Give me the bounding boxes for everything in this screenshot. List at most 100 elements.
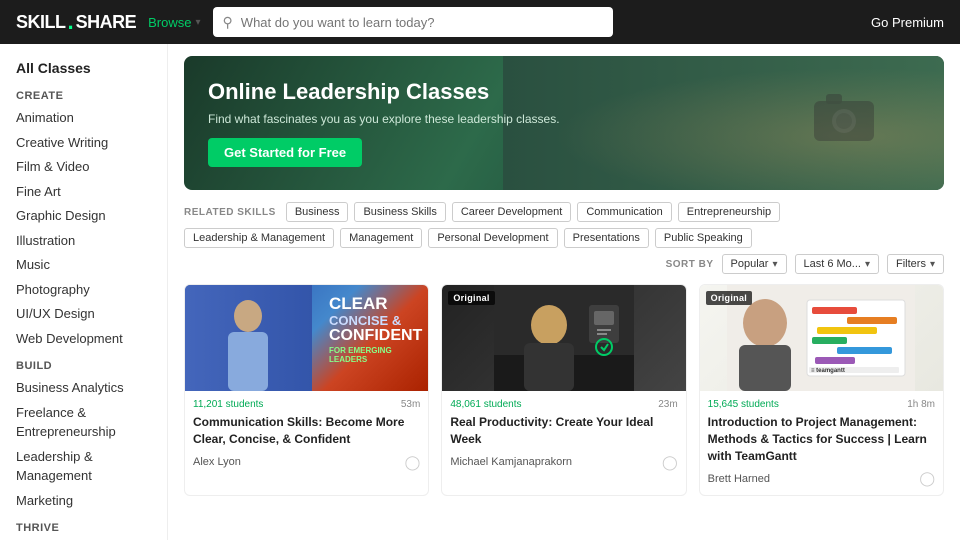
chevron-down-icon: ▾ — [865, 259, 870, 270]
card1-text-concise: CONCISE & — [329, 314, 422, 327]
card1-text-sub: FOR EMERGING — [329, 346, 422, 355]
card-students-1: 11,201 students — [193, 399, 263, 410]
sidebar-item-music[interactable]: Music — [16, 255, 167, 275]
logo-text-share: SHARE — [76, 13, 137, 31]
browse-label: Browse — [148, 15, 191, 30]
card2-scene — [494, 285, 634, 391]
sort-popular-value: Popular — [731, 258, 769, 270]
sidebar-item-web-development[interactable]: Web Development — [16, 329, 167, 349]
sidebar-item-freelance[interactable]: Freelance & Entrepreneurship — [16, 403, 167, 442]
card1-text-leaders: LEADERS — [329, 355, 422, 364]
search-bar: ⚲ — [213, 7, 613, 37]
skill-tag-communication[interactable]: Communication — [577, 202, 671, 222]
sidebar-section-build: BUILD — [16, 360, 167, 372]
card-badge-2: Original — [448, 291, 494, 305]
main-layout: All Classes CREATE Animation Creative Wr… — [0, 44, 960, 540]
sidebar-item-creative-writing[interactable]: Creative Writing — [16, 133, 167, 153]
sidebar: All Classes CREATE Animation Creative Wr… — [0, 44, 168, 540]
sort-bar: SORT BY Popular ▾ Last 6 Mo... ▾ Filters… — [184, 254, 944, 274]
card-author-1: Alex Lyon — [193, 456, 241, 468]
sidebar-item-leadership-management[interactable]: Leadership & Management — [16, 447, 167, 486]
svg-text:≡ teamgantt: ≡ teamgantt — [811, 368, 845, 374]
content-area: Online Leadership Classes Find what fasc… — [168, 44, 960, 540]
card-students-2: 48,061 students — [450, 399, 521, 410]
hero-subtitle: Find what fascinates you as you explore … — [208, 112, 560, 126]
hero-title: Online Leadership Classes — [208, 79, 560, 105]
sidebar-item-illustration[interactable]: Illustration — [16, 231, 167, 251]
skill-tag-leadership-management[interactable]: Leadership & Management — [184, 228, 334, 248]
card-title-3: Introduction to Project Management: Meth… — [708, 414, 935, 464]
card-students-3: 15,645 students — [708, 399, 779, 410]
card1-text-area: CLEAR CONCISE & CONFIDENT FOR EMERGING L… — [329, 295, 422, 364]
card-meta-2: 48,061 students 23m — [450, 399, 677, 410]
sidebar-item-animation[interactable]: Animation — [16, 108, 167, 128]
search-input[interactable] — [241, 15, 603, 30]
filters-button[interactable]: Filters ▾ — [887, 254, 944, 274]
card-title-2: Real Productivity: Create Your Ideal Wee… — [450, 414, 677, 448]
related-skills-row2: Leadership & Management Management Perso… — [184, 228, 944, 248]
sidebar-item-marketing[interactable]: Marketing — [16, 491, 167, 511]
card-meta-3: 15,645 students 1h 8m — [708, 399, 935, 410]
hero-banner: Online Leadership Classes Find what fasc… — [184, 56, 944, 190]
sidebar-item-uiux-design[interactable]: UI/UX Design — [16, 304, 167, 324]
card-body-2: 48,061 students 23m Real Productivity: C… — [442, 391, 685, 479]
card-title-1: Communication Skills: Become More Clear,… — [193, 414, 420, 448]
course-card-2[interactable]: Original — [441, 284, 686, 496]
hero-content: Online Leadership Classes Find what fasc… — [184, 79, 584, 166]
card-footer-2: Michael Kamjanaprakorn ◯ — [450, 454, 677, 471]
course-card-1[interactable]: CLEAR CONCISE & CONFIDENT FOR EMERGING L… — [184, 284, 429, 496]
sidebar-item-business-analytics[interactable]: Business Analytics — [16, 378, 167, 398]
chevron-down-icon: ▾ — [772, 259, 777, 270]
bookmark-icon-3[interactable]: ◯ — [919, 470, 935, 487]
related-skills-label: RELATED SKILLS — [184, 207, 276, 218]
skill-tag-business[interactable]: Business — [286, 202, 349, 222]
skill-tag-career-development[interactable]: Career Development — [452, 202, 572, 222]
skill-tag-management[interactable]: Management — [340, 228, 422, 248]
card-thumbnail-3: Original — [700, 285, 943, 391]
sort-time-select[interactable]: Last 6 Mo... ▾ — [795, 254, 880, 274]
sidebar-item-graphic-design[interactable]: Graphic Design — [16, 206, 167, 226]
sort-by-label: SORT BY — [666, 259, 714, 270]
chevron-down-icon: ▾ — [930, 259, 935, 270]
hero-cta-button[interactable]: Get Started for Free — [208, 138, 362, 167]
browse-button[interactable]: Browse ▾ — [148, 15, 200, 30]
card-duration-3: 1h 8m — [907, 399, 935, 410]
chevron-down-icon: ▾ — [196, 17, 201, 28]
skill-tag-entrepreneurship[interactable]: Entrepreneurship — [678, 202, 780, 222]
bookmark-icon-2[interactable]: ◯ — [662, 454, 678, 471]
card-meta-1: 11,201 students 53m — [193, 399, 420, 410]
card-thumbnail-2: Original — [442, 285, 685, 391]
sort-time-value: Last 6 Mo... — [804, 258, 861, 270]
sidebar-all-classes[interactable]: All Classes — [16, 60, 167, 76]
header: SKILL . SHARE Browse ▾ ⚲ Go Premium — [0, 0, 960, 44]
card1-text-clear: CLEAR — [329, 295, 422, 314]
card1-person-area — [185, 285, 312, 391]
logo-text-skill: SKILL — [16, 13, 66, 31]
card-duration-1: 53m — [401, 399, 420, 410]
card-duration-2: 23m — [658, 399, 677, 410]
sidebar-item-fine-art[interactable]: Fine Art — [16, 182, 167, 202]
sidebar-section-thrive: THRIVE — [16, 522, 167, 534]
skill-tag-public-speaking[interactable]: Public Speaking — [655, 228, 752, 248]
card-badge-3: Original — [706, 291, 752, 305]
bookmark-icon-1[interactable]: ◯ — [405, 454, 421, 471]
sidebar-section-create: CREATE — [16, 90, 167, 102]
card-body-3: 15,645 students 1h 8m Introduction to Pr… — [700, 391, 943, 495]
sort-popular-select[interactable]: Popular ▾ — [722, 254, 787, 274]
course-card-3[interactable]: Original — [699, 284, 944, 496]
related-skills-row1: RELATED SKILLS Business Business Skills … — [184, 202, 944, 222]
go-premium-button[interactable]: Go Premium — [871, 15, 944, 30]
card-footer-1: Alex Lyon ◯ — [193, 454, 420, 471]
skill-tag-presentations[interactable]: Presentations — [564, 228, 649, 248]
card-body-1: 11,201 students 53m Communication Skills… — [185, 391, 428, 479]
card-thumbnail-1: CLEAR CONCISE & CONFIDENT FOR EMERGING L… — [185, 285, 428, 391]
card1-text-confident: CONFIDENT — [329, 327, 422, 345]
card3-scene: ≡ teamgantt — [727, 285, 915, 391]
sidebar-item-photography[interactable]: Photography — [16, 280, 167, 300]
card-author-2: Michael Kamjanaprakorn — [450, 456, 572, 468]
logo: SKILL . SHARE — [16, 11, 136, 33]
skill-tag-business-skills[interactable]: Business Skills — [354, 202, 445, 222]
sidebar-item-film-video[interactable]: Film & Video — [16, 157, 167, 177]
filters-label: Filters — [896, 258, 926, 270]
skill-tag-personal-development[interactable]: Personal Development — [428, 228, 557, 248]
